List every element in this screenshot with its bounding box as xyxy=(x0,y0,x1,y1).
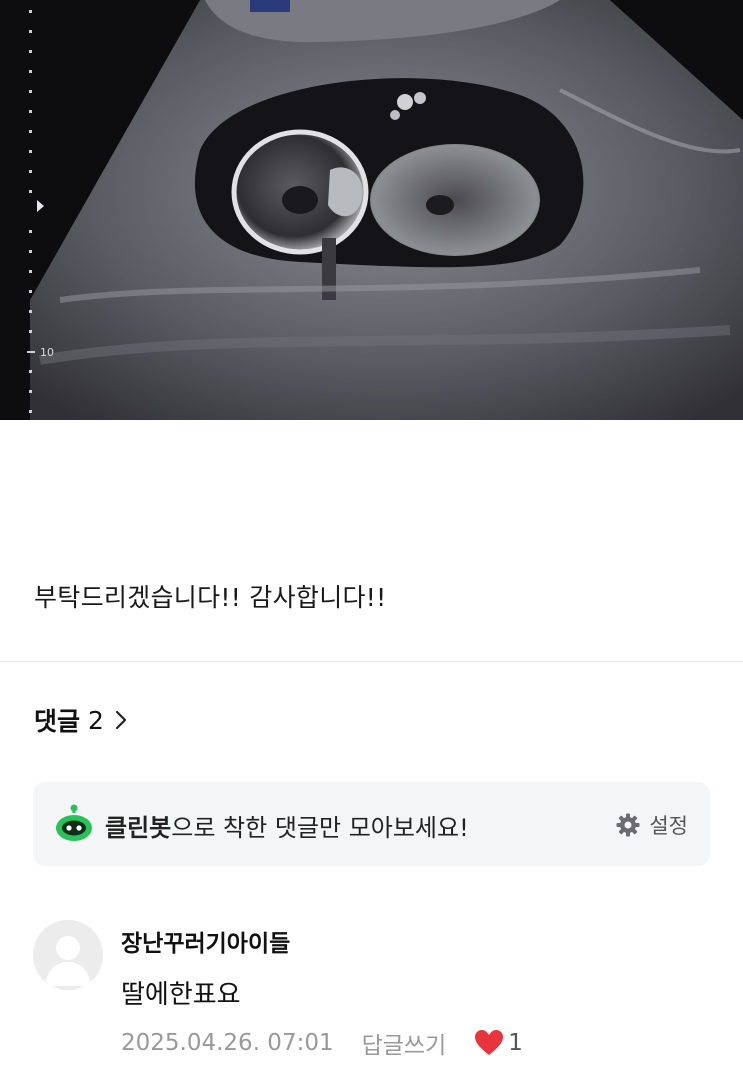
settings-label: 설정 xyxy=(649,814,688,838)
like-button[interactable]: 1 xyxy=(474,1029,523,1057)
reply-button[interactable]: 답글쓰기 xyxy=(362,1026,447,1060)
heart-icon xyxy=(475,1030,504,1055)
post-image-ultrasound[interactable]: 10 xyxy=(0,0,743,420)
comments-count: 2 xyxy=(88,705,104,735)
comment-content: 딸에한표요 xyxy=(121,980,241,1010)
chevron-right-icon xyxy=(114,709,128,731)
gear-icon xyxy=(616,813,640,837)
section-divider xyxy=(0,661,743,662)
comments-header-link[interactable]: 댓글 2 xyxy=(34,702,128,738)
comment-meta: 2025.04.26. 07:01 답글쓰기 1 xyxy=(121,1026,523,1060)
depth-mark-label: 10 xyxy=(40,346,54,359)
cleanbot-name: 클린봇 xyxy=(105,814,172,842)
avatar[interactable] xyxy=(33,920,103,990)
comments-title: 댓글 xyxy=(34,707,81,736)
cleanbot-message: 으로 착한 댓글만 모아보세요! xyxy=(171,814,469,842)
comment-author[interactable]: 장난꾸러기아이들 xyxy=(121,924,290,958)
default-user-icon xyxy=(33,920,103,990)
post-body-text: 부탁드리겠습니다!! 감사합니다!! xyxy=(34,583,387,612)
cleanbot-settings-button[interactable]: 설정 xyxy=(615,810,688,840)
cleanbot-banner: 클린봇으로 착한 댓글만 모아보세요! 설정 xyxy=(33,782,710,866)
cleanbot-robot-icon xyxy=(53,804,95,848)
like-count: 1 xyxy=(508,1030,523,1056)
comment-item: 장난꾸러기아이들 딸에한표요 2025.04.26. 07:01 답글쓰기 1 xyxy=(33,920,723,1070)
comment-timestamp: 2025.04.26. 07:01 xyxy=(121,1030,334,1056)
